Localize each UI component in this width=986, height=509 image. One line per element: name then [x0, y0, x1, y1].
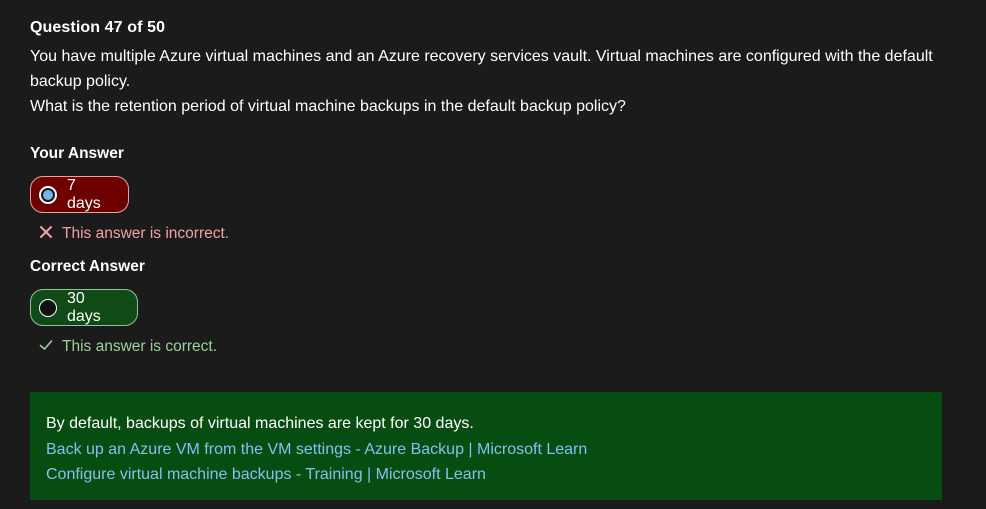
correct-feedback: This answer is correct. — [38, 338, 217, 356]
question-text: You have multiple Azure virtual machines… — [30, 44, 950, 119]
your-answer-choice[interactable]: 7 days — [30, 176, 129, 213]
explanation-panel: By default, backups of virtual machines … — [30, 392, 942, 500]
radio-selected-icon[interactable] — [39, 185, 57, 204]
explanation-text: By default, backups of virtual machines … — [46, 415, 474, 432]
your-answer-label: Your Answer — [30, 145, 124, 162]
reference-link[interactable]: Configure virtual machine backups - Trai… — [46, 466, 486, 483]
feedback-text: This answer is incorrect. — [62, 225, 230, 242]
correct-answer-choice[interactable]: 30 days — [30, 289, 138, 326]
question-text-line: You have multiple Azure virtual machines… — [30, 48, 933, 90]
feedback-text: This answer is correct. — [62, 338, 218, 355]
question-review-page: Question 47 of 50 You have multiple Azur… — [0, 0, 986, 509]
correct-answer-label: Correct Answer — [30, 258, 145, 275]
check-icon — [38, 338, 54, 356]
reference-link[interactable]: Back up an Azure VM from the VM settings… — [46, 441, 587, 458]
incorrect-feedback: This answer is incorrect. — [38, 225, 229, 243]
choice-label: 7 days — [67, 176, 101, 212]
x-icon — [38, 225, 54, 243]
choice-label: 30 days — [67, 289, 101, 325]
question-text-line: What is the retention period of virtual … — [30, 98, 626, 115]
radio-unselected-icon[interactable] — [39, 298, 57, 317]
question-number: Question 47 of 50 — [30, 19, 166, 36]
